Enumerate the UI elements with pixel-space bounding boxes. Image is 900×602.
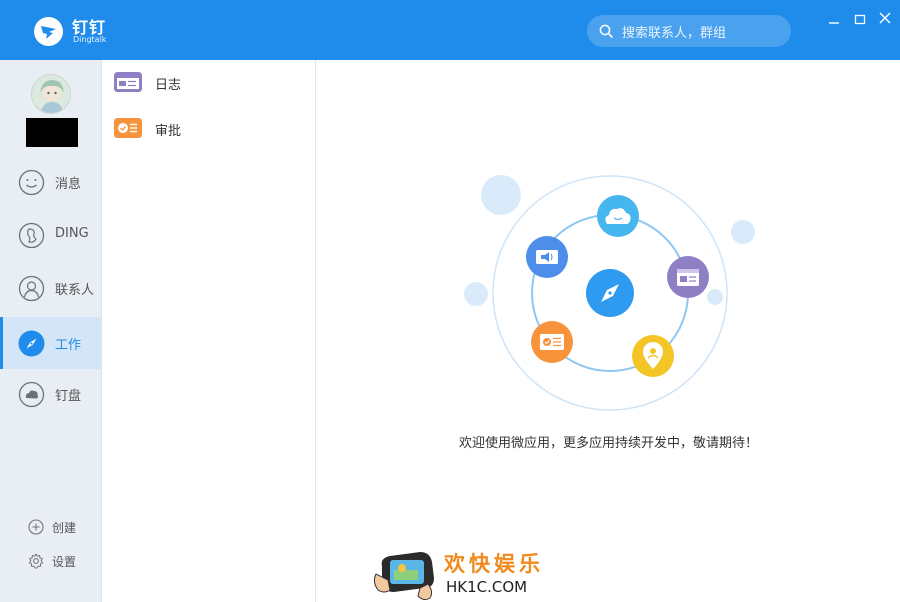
app-list: 日志 审批 bbox=[102, 60, 316, 602]
maximize-icon[interactable] bbox=[852, 10, 868, 26]
approval-icon bbox=[114, 118, 142, 138]
announcement-icon bbox=[526, 236, 568, 278]
watermark-title: 欢快娱乐 bbox=[444, 552, 544, 576]
minimize-icon[interactable] bbox=[826, 10, 842, 26]
app-item-log[interactable]: 日志 bbox=[102, 60, 315, 104]
game-controller-icon bbox=[373, 552, 434, 601]
contacts-icon bbox=[18, 275, 45, 302]
nav-item-work[interactable]: 工作 bbox=[0, 317, 101, 369]
user-name-redacted bbox=[26, 118, 78, 147]
search-placeholder: 搜索联系人，群组 bbox=[622, 26, 727, 41]
compass-icon bbox=[18, 330, 45, 357]
plus-circle-icon bbox=[28, 519, 44, 535]
title-bar: 钉钉 Dingtalk 搜索联系人，群组 bbox=[0, 0, 900, 60]
avatar[interactable] bbox=[31, 74, 71, 114]
settings-label: 设置 bbox=[52, 555, 77, 569]
approval-icon bbox=[531, 321, 573, 363]
close-icon[interactable] bbox=[877, 10, 893, 26]
ding-icon bbox=[18, 222, 45, 249]
main-panel: 欢迎使用微应用，更多应用持续开发中，敬请期待！ bbox=[317, 60, 900, 602]
nav-item-contacts[interactable]: 联系人 bbox=[0, 262, 101, 314]
app-item-approval[interactable]: 审批 bbox=[102, 106, 315, 150]
search-icon bbox=[599, 24, 614, 39]
micro-apps-illustration bbox=[464, 175, 755, 411]
watermark: 欢快娱乐 HK1C.COM bbox=[372, 544, 542, 602]
log-icon bbox=[114, 72, 142, 92]
gear-icon bbox=[28, 553, 44, 569]
message-smile-icon bbox=[18, 169, 45, 196]
cloud-icon bbox=[597, 195, 639, 237]
nav-label-ding: DING bbox=[55, 226, 89, 241]
nav-item-messages[interactable]: 消息 bbox=[0, 156, 101, 208]
location-icon bbox=[632, 335, 674, 377]
nav-label-work: 工作 bbox=[55, 338, 82, 353]
calendar-icon bbox=[667, 256, 709, 298]
brand-subtitle: Dingtalk bbox=[73, 35, 107, 44]
cloud-drive-icon bbox=[18, 381, 45, 408]
nav-label-messages: 消息 bbox=[55, 177, 82, 192]
app-label-log: 日志 bbox=[155, 78, 182, 93]
compass-icon bbox=[586, 269, 634, 317]
create-label: 创建 bbox=[52, 521, 77, 535]
nav-label-drive: 钉盘 bbox=[55, 389, 82, 404]
nav-sidebar: 消息 DING 联系人 工作 钉盘 创建 设置 bbox=[0, 60, 102, 602]
dingtalk-logo-icon bbox=[34, 17, 63, 46]
nav-item-ding[interactable]: DING bbox=[0, 209, 101, 261]
nav-item-drive[interactable]: 钉盘 bbox=[0, 368, 101, 420]
search-input[interactable]: 搜索联系人，群组 bbox=[587, 15, 791, 47]
watermark-url: HK1C.COM bbox=[446, 578, 528, 596]
welcome-message: 欢迎使用微应用，更多应用持续开发中，敬请期待！ bbox=[458, 436, 758, 451]
nav-label-contacts: 联系人 bbox=[55, 283, 95, 298]
app-label-approval: 审批 bbox=[155, 124, 182, 139]
